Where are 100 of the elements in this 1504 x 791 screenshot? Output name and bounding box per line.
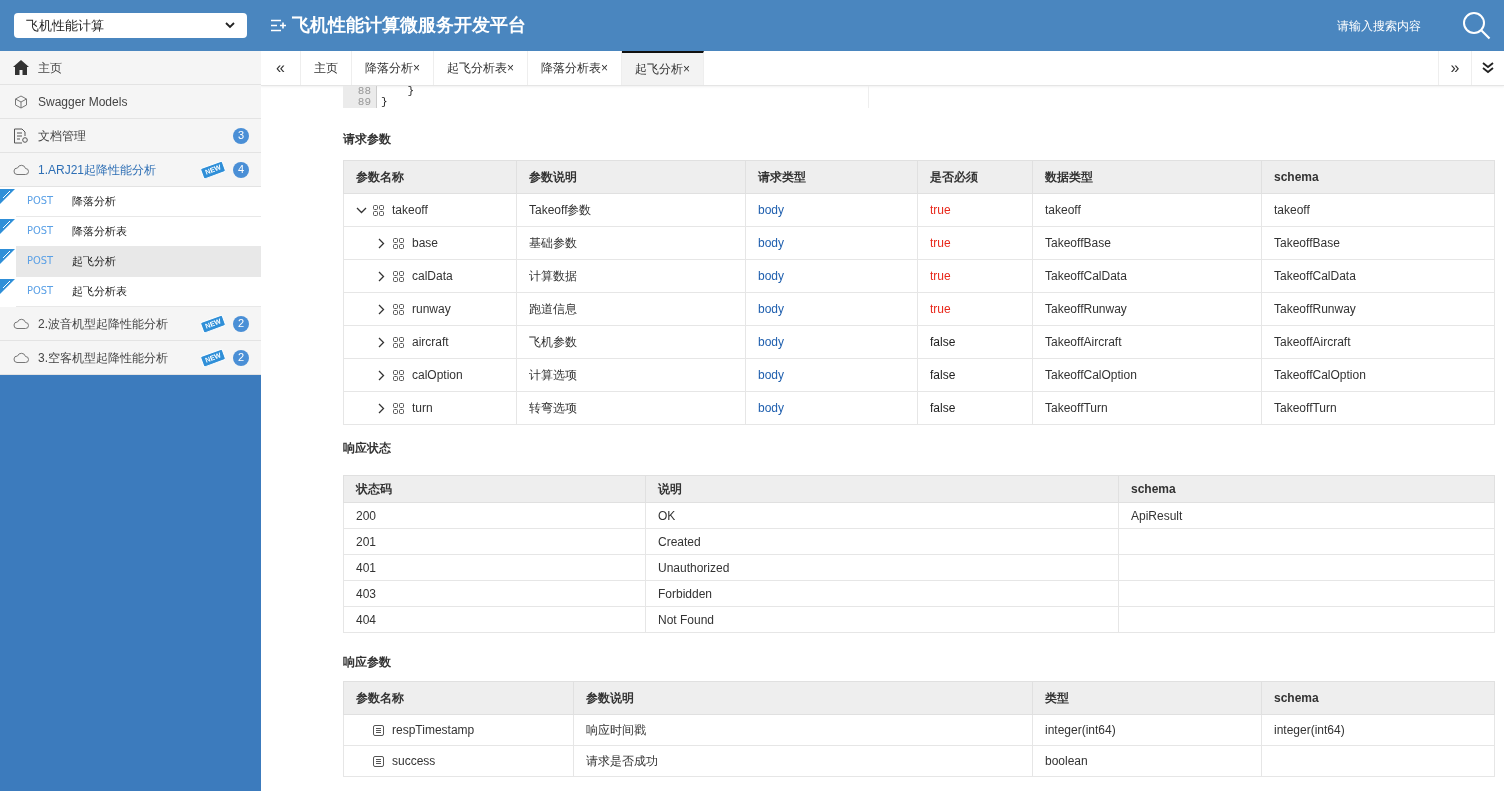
column-header: 参数说明 [573,681,1033,715]
chevron-right-icon[interactable] [378,237,385,249]
table-cell: body [745,226,918,260]
table-cell: 请求是否成功 [573,745,1033,777]
column-header: 类型 [1032,681,1262,715]
column-header: 参数名称 [343,681,574,715]
grid-icon [393,402,404,414]
table-cell: TakeoffCalOption [1032,358,1262,392]
tab[interactable]: 降落分析× [352,51,434,85]
table-cell: TakeoffCalData [1032,259,1262,293]
scroll-tabs-right-button[interactable]: » [1438,51,1471,85]
sidebar-item[interactable]: 主页 [0,51,261,85]
table-cell: TakeoffTurn [1261,391,1495,425]
table-cell: true [917,259,1033,293]
table-cell: 响应时间戳 [573,714,1033,746]
param-name: success [392,753,436,770]
count-badge: 2 [233,315,249,332]
section-heading: 响应参数 [343,654,392,671]
column-header: 数据类型 [1032,160,1262,194]
search-icon[interactable] [1462,10,1492,41]
count-badge: 2 [233,349,249,366]
table-cell: TakeoffRunway [1261,292,1495,326]
chevron-right-icon[interactable] [378,336,385,348]
column-header: schema [1261,160,1495,194]
grid-icon [393,303,404,315]
grid-icon [393,336,404,348]
double-chevron-down-icon [1482,62,1494,74]
chevron-right-icon[interactable] [378,303,385,315]
cloud-icon [13,318,29,329]
table-cell: body [745,259,918,293]
http-method-label: POST [27,223,55,240]
param-name: aircraft [412,334,449,351]
sidebar-item[interactable]: 文档管理 3 [0,119,261,153]
tab[interactable]: 主页 [301,51,352,85]
list-icon [373,724,384,736]
table-cell: boolean [1032,745,1262,777]
table-cell: takeoff [1032,193,1262,227]
table-cell: body [745,358,918,392]
table-cell: 跑道信息 [516,292,746,326]
table-cell: 计算数据 [516,259,746,293]
table-cell: ApiResult [1118,502,1495,529]
column-header: 参数名称 [343,160,517,194]
chevron-right-icon[interactable] [378,369,385,381]
tab[interactable]: 降落分析表× [528,51,623,85]
table-cell: Not Found [645,606,1119,633]
project-select[interactable]: 飞机性能计算 [14,13,247,38]
http-method-label: POST [27,283,55,300]
app-title: 飞机性能计算微服务开发平台 [292,14,526,37]
menu-toggle-icon[interactable] [271,19,286,32]
table-cell: TakeoffCalOption [1261,358,1495,392]
table-cell: integer(int64) [1032,714,1262,746]
table-cell: TakeoffAircraft [1261,325,1495,359]
table-cell: Unauthorized [645,554,1119,581]
chevron-right-icon[interactable] [378,270,385,282]
grid-icon [373,204,384,216]
http-method-label: POST [27,253,55,270]
table-cell: 飞机参数 [516,325,746,359]
table-cell: 201 [343,528,646,555]
grid-icon [393,369,404,381]
chevron-down-icon[interactable] [356,206,367,214]
param-name: runway [412,301,451,318]
tab[interactable]: 起飞分析× [622,51,705,85]
table-cell: 基础参数 [516,226,746,260]
http-method-label: POST [27,193,55,210]
table-cell: Forbidden [645,580,1119,607]
tab[interactable]: 起飞分析表× [434,51,529,85]
table-cell: body [745,391,918,425]
table-cell: false [917,325,1033,359]
table-cell: Takeoff参数 [516,193,746,227]
table-cell: 转弯选项 [516,391,746,425]
column-header: 参数说明 [516,160,746,194]
table-cell: TakeoffAircraft [1032,325,1262,359]
table-cell: 401 [343,554,646,581]
code-line: } [406,86,414,97]
code-line: } [381,97,389,108]
param-name: respTimestamp [392,722,475,739]
table-cell: 计算选项 [516,358,746,392]
table-cell: Created [645,528,1119,555]
line-number: 88 [356,86,371,97]
search-field[interactable]: 请输入搜索内容 [1337,16,1422,35]
table-cell: body [745,193,918,227]
table-cell: TakeoffTurn [1032,391,1262,425]
param-name: calData [412,268,453,285]
table-cell: body [745,325,918,359]
grid-icon [393,237,404,249]
table-cell: TakeoffBase [1032,226,1262,260]
chevron-right-icon[interactable] [378,402,385,414]
table-cell: false [917,358,1033,392]
param-name: calOption [412,367,463,384]
table-cell: true [917,226,1033,260]
chevron-down-icon [225,22,235,29]
param-name: takeoff [392,202,428,219]
table-cell: 200 [343,502,646,529]
column-header: 请求类型 [745,160,918,194]
table-cell: TakeoffCalData [1261,259,1495,293]
document-gear-icon [13,127,29,144]
table-cell: 403 [343,580,646,607]
list-icon [373,755,384,767]
sidebar-item[interactable]: Swagger Models [0,85,261,119]
line-number: 89 [356,97,371,108]
